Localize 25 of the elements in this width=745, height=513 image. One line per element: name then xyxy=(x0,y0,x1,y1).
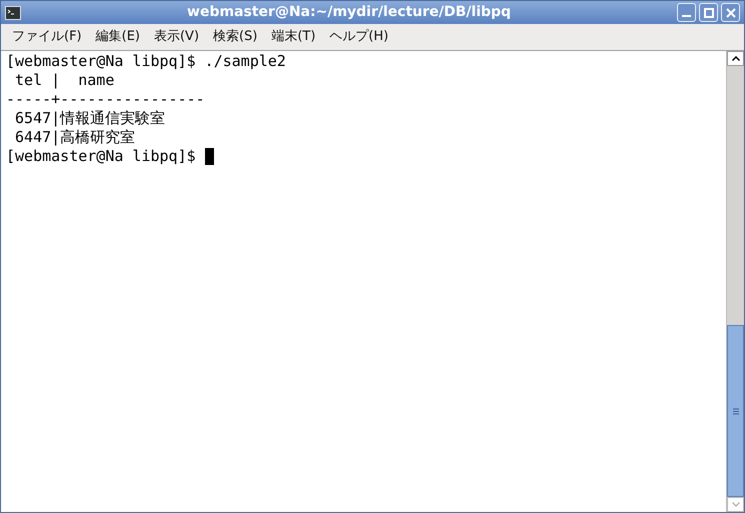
maximize-button[interactable] xyxy=(699,3,718,22)
terminal-line: -----+---------------- xyxy=(6,90,205,109)
terminal-icon xyxy=(5,6,21,20)
terminal-line: [webmaster@Na libpq]$ ./sample2 xyxy=(6,52,286,71)
menu-item[interactable]: 検索(S) xyxy=(206,26,264,48)
minimize-button[interactable] xyxy=(677,3,696,22)
scroll-thumb[interactable] xyxy=(727,325,744,497)
scroll-up-button[interactable] xyxy=(727,51,744,66)
menu-item[interactable]: 端末(T) xyxy=(264,26,323,48)
terminal-line: 6547|情報通信実験室 xyxy=(14,109,166,128)
close-icon xyxy=(726,8,736,18)
minimize-icon xyxy=(682,15,691,17)
terminal-line: [webmaster@Na libpq]$ xyxy=(6,147,196,166)
close-button[interactable] xyxy=(721,3,740,22)
terminal-line: tel | name xyxy=(14,71,114,90)
terminal-line: 6447|高橋研究室 xyxy=(14,128,136,147)
maximize-icon xyxy=(704,8,714,18)
menu-item[interactable]: ヘルプ(H) xyxy=(322,26,396,48)
menu-item[interactable]: 編集(E) xyxy=(88,26,147,48)
scroll-down-button[interactable] xyxy=(727,497,744,512)
scrollbar[interactable] xyxy=(726,51,744,512)
grip-icon xyxy=(732,408,738,414)
menu-item[interactable]: 表示(V) xyxy=(146,26,206,48)
menu-item[interactable]: ファイル(F) xyxy=(5,26,89,48)
window-title: webmaster@Na:~/mydir/lecture/DB/libpq xyxy=(187,3,511,22)
